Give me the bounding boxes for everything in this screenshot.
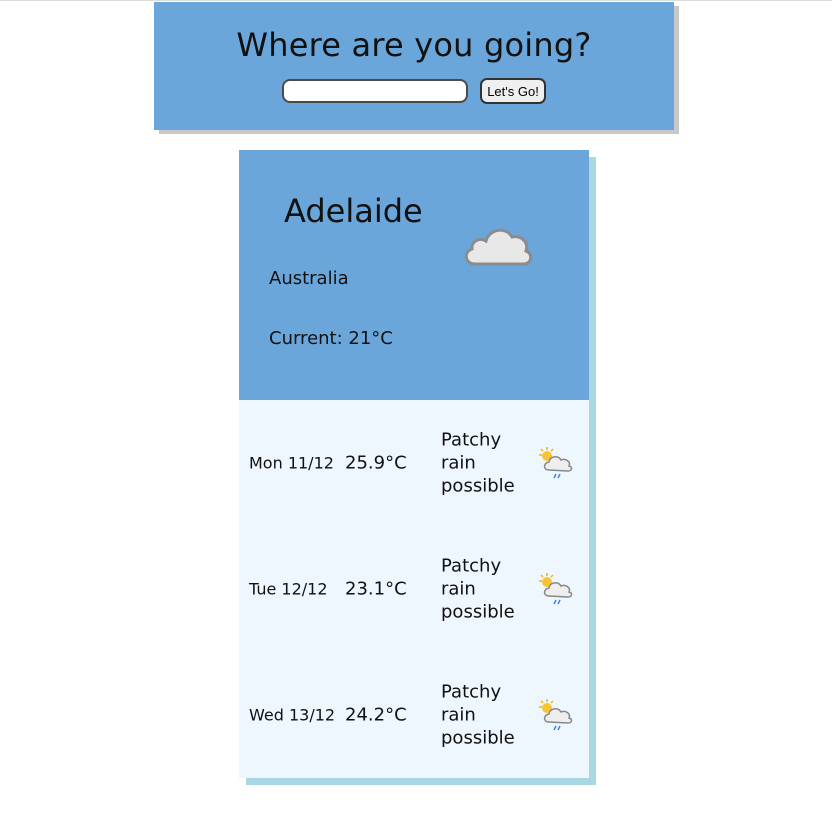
forecast-condition: Patchy rain possible [441,429,515,497]
patchy-rain-icon [539,699,573,731]
city-name: Adelaide [284,192,423,230]
patchy-rain-icon [539,447,573,479]
weather-card: Adelaide Australia Current: 21°C Mon 11/… [239,150,589,778]
current-weather: Adelaide Australia Current: 21°C [239,150,589,400]
current-temperature: Current: 21°C [269,328,393,349]
top-divider [0,0,832,1]
forecast-row: Mon 11/12 25.9°C Patchy rain possible [239,423,589,503]
forecast-date: Mon 11/12 [249,453,334,473]
forecast-row: Wed 13/12 24.2°C Patchy rain possible [239,675,589,755]
country-name: Australia [269,268,349,289]
forecast-condition: Patchy rain possible [441,555,515,623]
patchy-rain-icon [539,573,573,605]
forecast-condition: Patchy rain possible [441,681,515,749]
search-panel: Where are you going? Let's Go! [154,2,674,130]
search-row: Let's Go! [154,78,674,104]
forecast-temperature: 23.1°C [345,578,407,600]
forecast-date: Tue 12/12 [249,579,328,599]
destination-input[interactable] [282,79,469,103]
forecast-date: Wed 13/12 [249,705,336,725]
forecast-row: Tue 12/12 23.1°C Patchy rain possible [239,549,589,629]
search-title: Where are you going? [236,26,592,64]
lets-go-button[interactable]: Let's Go! [480,78,546,104]
cloud-icon [464,228,533,266]
forecast-list: Mon 11/12 25.9°C Patchy rain possible Tu… [239,400,589,778]
forecast-temperature: 25.9°C [345,452,407,474]
forecast-temperature: 24.2°C [345,704,407,726]
